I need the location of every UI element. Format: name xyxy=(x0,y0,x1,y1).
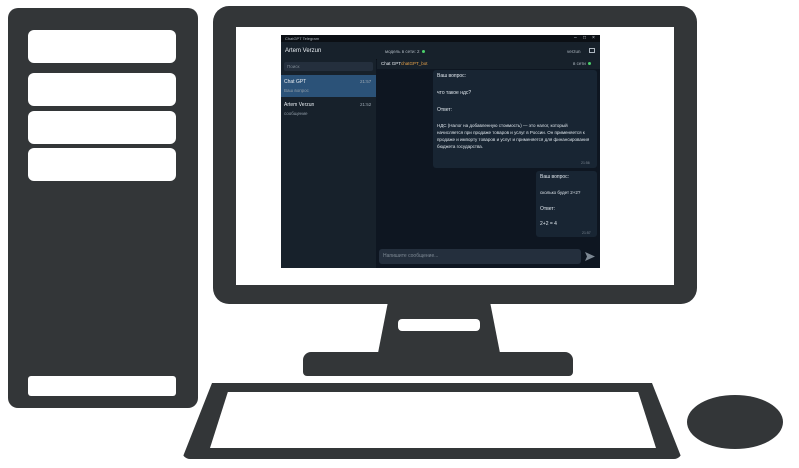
header-account[interactable]: verzun xyxy=(567,49,581,54)
drive-bay xyxy=(28,111,176,144)
message-time: 21:56 xyxy=(581,161,590,165)
chat-status-text: в сети xyxy=(573,61,586,66)
telegram-app-window: ChatGPT Telegram – □ × Artem Verzun моде… xyxy=(281,35,600,268)
message-answer: НДС (Налог на добавленную стоимость) — э… xyxy=(437,123,590,149)
message-question: сколько будет 2+2? xyxy=(540,190,581,195)
chat-time: 21:52 xyxy=(360,102,372,107)
message-question: что такое ндс? xyxy=(437,90,472,96)
pc-tower xyxy=(8,8,198,408)
search-input[interactable]: Поиск xyxy=(284,62,373,71)
chat-title: Chat GPT xyxy=(381,61,402,66)
chat-name: Chat GPT xyxy=(284,79,307,85)
message-bubble: Ваш вопрос: что такое ндс? Ответ: НДС (Н… xyxy=(433,70,597,168)
minimize-icon[interactable]: – xyxy=(574,35,577,41)
message-time: 21:57 xyxy=(582,231,591,235)
chat-header: Chat GPT chatGPT_bot в сети xyxy=(377,59,600,69)
message-label: Ваш вопрос: xyxy=(437,73,467,79)
close-icon[interactable]: × xyxy=(592,35,595,41)
chat-preview: Ваш вопрос xyxy=(284,88,309,93)
drive-bay xyxy=(28,30,176,63)
drive-bay xyxy=(28,73,176,106)
drive-bay xyxy=(28,148,176,181)
online-dot-icon xyxy=(587,62,591,66)
maximize-icon[interactable]: □ xyxy=(583,35,586,41)
chat-area: Chat GPT chatGPT_bot в сети Ваш вопрос: … xyxy=(377,59,600,268)
message-label: Ваш вопрос: xyxy=(540,174,570,180)
message-answer: 2+2 = 4 xyxy=(540,221,557,227)
chat-preview: сообщение xyxy=(284,111,308,116)
message-answer-label: Ответ: xyxy=(437,107,453,113)
window-title: ChatGPT Telegram xyxy=(285,36,320,41)
compose-icon[interactable] xyxy=(589,48,595,53)
chat-name: Artem Verzun xyxy=(284,102,315,108)
tower-panel xyxy=(28,376,176,396)
message-input[interactable]: Напишите сообщение... xyxy=(379,249,581,264)
title-bar: ChatGPT Telegram – □ × xyxy=(281,35,600,42)
bot-username[interactable]: chatGPT_bot xyxy=(401,61,428,66)
header-status: модель в сети: 2 xyxy=(385,49,425,54)
mouse xyxy=(687,395,783,449)
message-answer-label: Ответ: xyxy=(540,206,556,212)
chat-item-chatgpt[interactable]: Chat GPT 21:57 Ваш вопрос xyxy=(281,75,376,97)
keyboard-keys xyxy=(210,392,656,448)
user-name[interactable]: Artem Verzun xyxy=(285,48,321,54)
monitor-stand xyxy=(303,352,573,376)
chat-status: в сети xyxy=(573,61,591,66)
monitor-neck-slot xyxy=(398,319,480,331)
chat-list-sidebar: Поиск Chat GPT 21:57 Ваш вопрос Artem Ve… xyxy=(281,59,376,268)
send-icon[interactable] xyxy=(583,250,597,263)
chat-time: 21:57 xyxy=(360,79,372,84)
message-bubble: Ваш вопрос: сколько будет 2+2? Ответ: 2+… xyxy=(536,171,597,237)
chat-item-artem[interactable]: Artem Verzun 21:52 сообщение xyxy=(281,98,376,120)
app-header: Artem Verzun модель в сети: 2 verzun xyxy=(281,42,600,60)
online-dot-icon xyxy=(421,50,425,54)
header-status-text: модель в сети: 2 xyxy=(385,49,420,54)
